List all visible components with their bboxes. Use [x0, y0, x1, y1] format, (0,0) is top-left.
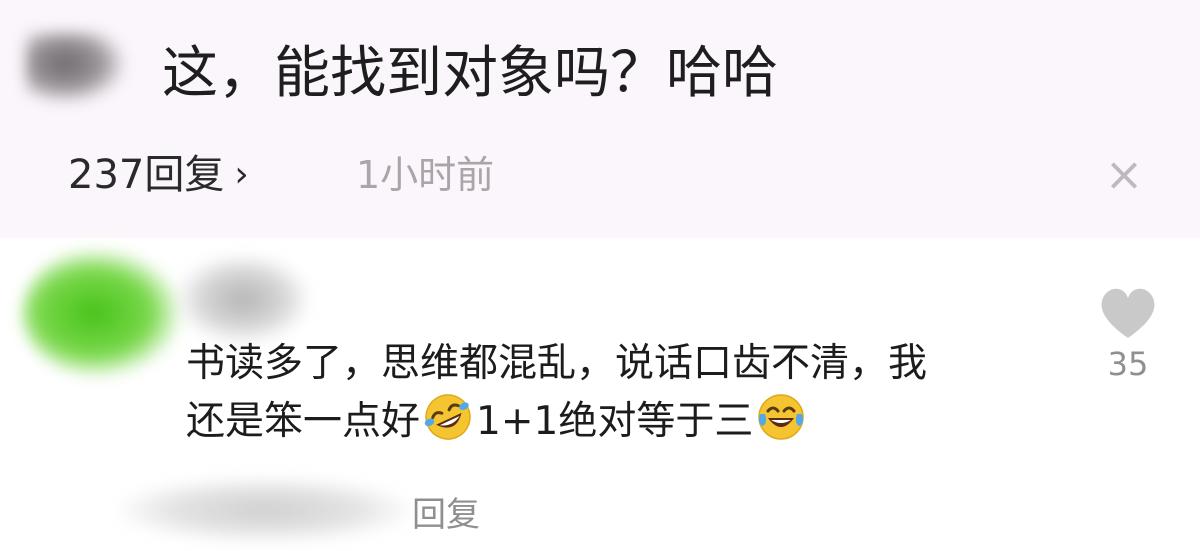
replies-link[interactable]: 237回复 › — [68, 150, 249, 200]
like-count: 35 — [1107, 345, 1149, 383]
chevron-right-icon: › — [234, 154, 249, 195]
reply-text-line-2: 还是笨一点好 1+1绝对等于三 — [186, 392, 1086, 450]
replies-count-label: 237回复 — [68, 152, 225, 198]
tears-of-joy-emoji — [758, 394, 805, 440]
timestamp: 1小时前 — [356, 153, 495, 197]
heart-icon[interactable] — [1096, 282, 1160, 342]
reply-text-segment: 1+1绝对等于三 — [476, 399, 754, 444]
close-icon[interactable]: × — [1100, 150, 1148, 198]
reply-text-line-1: 书读多了，思维都混乱，说话口齿不清，我 — [186, 341, 928, 386]
parent-comment: 这，能找到对象吗？哈哈 237回复 › 1小时前 × — [0, 0, 1200, 238]
reply-text-segment: 还是笨一点好 — [186, 399, 421, 444]
reply-comment: 书读多了，思维都混乱，说话口齿不清，我 还是笨一点好 1+1绝对等于三 35 回… — [0, 238, 1200, 551]
username[interactable] — [178, 256, 308, 342]
sub-reply-username — [120, 478, 410, 542]
reply-text: 书读多了，思维都混乱，说话口齿不清，我 还是笨一点好 1+1绝对等于三 — [186, 336, 1086, 450]
avatar[interactable] — [22, 248, 182, 378]
reply-button[interactable]: 回复 — [412, 492, 480, 538]
avatar[interactable] — [26, 32, 124, 102]
rolling-laughing-emoji — [424, 394, 471, 440]
comment-text: 这，能找到对象吗？哈哈 — [162, 41, 778, 106]
